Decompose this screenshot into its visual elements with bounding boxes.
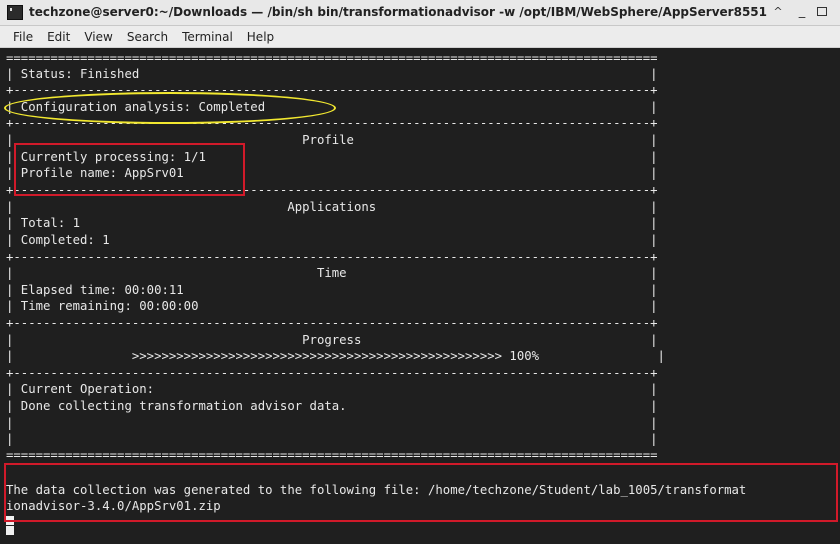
window-title: techzone@server0:~/Downloads — /bin/sh b… [29,5,767,19]
current-operation-value: | Done collecting transformation advisor… [6,399,658,413]
configuration-analysis-line: | Configuration analysis: Completed | [6,100,658,114]
menu-terminal[interactable]: Terminal [175,26,240,48]
menu-edit[interactable]: Edit [40,26,77,48]
elapsed-time-line: | Elapsed time: 00:00:11 | [6,283,658,297]
terminal-cursor [6,516,14,525]
terminal-line: | | [6,416,658,430]
minimize-button[interactable]: _ [794,4,810,20]
menu-bar: File Edit View Search Terminal Help [0,26,840,48]
applications-heading: | Applications | [6,200,658,214]
progress-heading: | Progress | [6,333,658,347]
status-line: | Status: Finished | [6,67,658,81]
terminal-line: +---------------------------------------… [6,366,658,380]
terminal-cursor-lower [6,526,14,535]
terminal-line: | | [6,432,658,446]
total-line: | Total: 1 | [6,216,658,230]
window-menu-button[interactable]: ^ [770,4,786,20]
terminal-line: ========================================… [6,51,658,65]
menu-file[interactable]: File [6,26,40,48]
menu-view[interactable]: View [77,26,119,48]
currently-processing-line: | Currently processing: 1/1 | [6,150,658,164]
menu-search[interactable]: Search [120,26,175,48]
terminal-line: ========================================… [6,448,658,462]
maximize-icon [817,7,827,16]
time-heading: | Time | [6,266,658,280]
output-file-line: The data collection was generated to the… [6,483,747,497]
current-operation-label: | Current Operation: | [6,382,658,396]
time-remaining-line: | Time remaining: 00:00:00 | [6,299,658,313]
terminal-icon [7,5,23,20]
profile-name-line: | Profile name: AppSrv01 | [6,166,658,180]
output-file-line-continued: ionadvisor-3.4.0/AppSrv01.zip [6,499,221,513]
terminal-output[interactable]: ========================================… [0,48,840,544]
terminal-line: +---------------------------------------… [6,116,658,130]
menu-help[interactable]: Help [240,26,281,48]
terminal-line: +---------------------------------------… [6,316,658,330]
terminal-line: +---------------------------------------… [6,250,658,264]
terminal-line: +---------------------------------------… [6,83,658,97]
profile-heading: | Profile | [6,133,658,147]
maximize-button[interactable] [814,4,830,20]
progress-bar-line: | >>>>>>>>>>>>>>>>>>>>>>>>>>>>>>>>>>>>>>… [6,349,665,363]
window-titlebar[interactable]: techzone@server0:~/Downloads — /bin/sh b… [0,0,840,26]
completed-line: | Completed: 1 | [6,233,658,247]
terminal-line: +---------------------------------------… [6,183,658,197]
